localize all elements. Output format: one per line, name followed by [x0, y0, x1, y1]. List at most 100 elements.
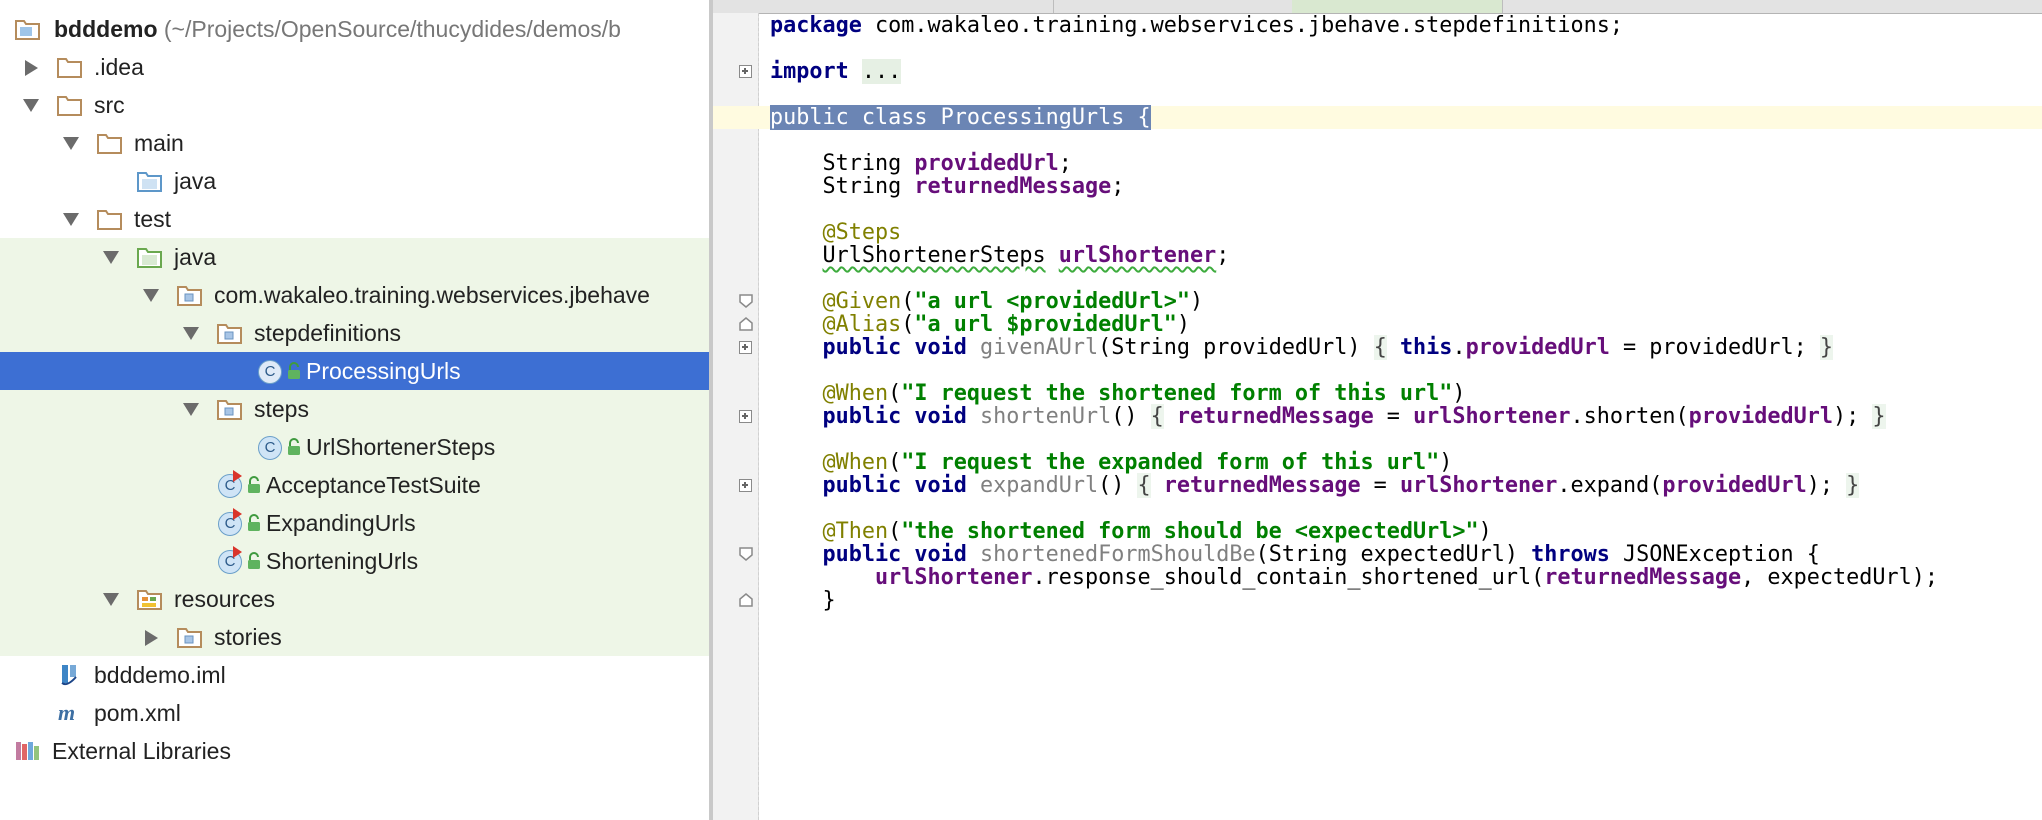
code-line[interactable]: String returnedMessage; — [713, 175, 2042, 198]
code-line[interactable]: public void givenAUrl(String providedUrl… — [713, 335, 2042, 360]
tree-item-idea[interactable]: .idea — [0, 48, 709, 86]
expand-arrow-down-icon[interactable] — [100, 580, 120, 618]
code-line[interactable]: public void shortenedFormShouldBe(String… — [713, 543, 2042, 566]
code-line[interactable] — [713, 129, 2042, 152]
code-token: urlShortener — [1399, 473, 1558, 498]
expand-arrow-down-icon[interactable] — [100, 238, 120, 276]
tree-item-urlshortenersteps[interactable]: C UrlShortenerSteps — [0, 428, 709, 466]
code-text: } — [770, 589, 835, 612]
code-text: import ... — [770, 59, 902, 84]
tree-item-stories[interactable]: stories — [0, 618, 709, 656]
code-token: "I request the shortened form of this ur… — [901, 381, 1453, 406]
tree-item-label: java — [174, 162, 216, 200]
code-token: ... — [861, 59, 902, 84]
source-folder-icon — [136, 168, 164, 194]
tree-item-pom-xml[interactable]: m pom.xml — [0, 694, 709, 732]
code-line[interactable] — [713, 428, 2042, 451]
code-token: ; — [1111, 174, 1125, 199]
code-token: ; — [1216, 243, 1230, 268]
tree-item-bdddemo[interactable]: bdddemo (~/Projects/OpenSource/thucydide… — [0, 10, 709, 48]
code-line[interactable]: @Steps — [713, 221, 2042, 244]
code-line[interactable]: public void expandUrl() { returnedMessag… — [713, 473, 2042, 498]
code-line[interactable]: public class ProcessingUrls { — [713, 105, 2042, 130]
code-line[interactable]: import ... — [713, 59, 2042, 84]
folder-icon — [96, 130, 124, 156]
code-line[interactable]: public void shortenUrl() { returnedMessa… — [713, 404, 2042, 429]
tree-item-test[interactable]: test — [0, 200, 709, 238]
code-text: UrlShortenerSteps urlShortener; — [770, 243, 1230, 268]
code-line[interactable]: package com.wakaleo.training.webservices… — [713, 14, 2042, 37]
code-token: ); — [1806, 473, 1847, 498]
code-token: ( — [888, 450, 902, 475]
code-line[interactable]: @Then("the shortened form should be <exp… — [713, 520, 2042, 543]
tree-item-acceptancetestsuite[interactable]: C AcceptanceTestSuite — [0, 466, 709, 504]
code-line[interactable] — [713, 267, 2042, 290]
code-line[interactable]: urlShortener.response_should_contain_sho… — [713, 566, 2042, 589]
test-run-marker-icon — [233, 546, 242, 558]
tree-item-steps[interactable]: steps — [0, 390, 709, 428]
code-line[interactable] — [713, 83, 2042, 106]
code-token: "the shortened form should be <expectedU… — [901, 519, 1479, 544]
expand-arrow-down-icon[interactable] — [140, 276, 160, 314]
expand-arrow-down-icon[interactable] — [180, 390, 200, 428]
code-token: () — [1111, 404, 1151, 429]
tree-item-resources[interactable]: resources — [0, 580, 709, 618]
code-token: givenAUrl — [979, 335, 1099, 360]
code-line[interactable]: String providedUrl; — [713, 152, 2042, 175]
tree-item-java[interactable]: java — [0, 162, 709, 200]
code-line[interactable]: @When("I request the shortened form of t… — [713, 382, 2042, 405]
tree-item-external-libraries[interactable]: External Libraries — [0, 732, 709, 770]
tree-item-label: ShorteningUrls — [266, 542, 418, 580]
test-source-folder-icon — [136, 244, 164, 270]
item-name: test — [134, 206, 172, 232]
package-icon — [216, 320, 244, 346]
code-line[interactable]: @Alias("a url $providedUrl") — [713, 313, 2042, 336]
tree-item-label: resources — [174, 580, 275, 618]
code-token: public void — [822, 404, 980, 429]
tree-item-label: External Libraries — [52, 732, 231, 770]
expand-arrow-down-icon[interactable] — [180, 314, 200, 352]
tree-item-label: UrlShortenerSteps — [306, 428, 495, 466]
package-icon — [176, 624, 204, 650]
code-token: returnedMessage — [1544, 565, 1742, 590]
code-token: { — [1150, 404, 1164, 429]
editor-tab-strip[interactable] — [713, 0, 2042, 14]
tree-item-processingurls[interactable]: C ProcessingUrls — [0, 352, 709, 390]
code-text: public void expandUrl() { returnedMessag… — [770, 473, 1860, 498]
collapse-arrow-right-icon[interactable] — [140, 618, 160, 656]
tree-item-java[interactable]: java — [0, 238, 709, 276]
code-token: "I request the expanded form of this url… — [901, 450, 1440, 475]
tree-item-main[interactable]: main — [0, 124, 709, 162]
code-token: @When — [770, 381, 889, 406]
code-editor[interactable]: package com.wakaleo.training.webservices… — [713, 0, 2042, 820]
code-line[interactable] — [713, 37, 2042, 60]
tree-item-src[interactable]: src — [0, 86, 709, 124]
project-path: (~/Projects/OpenSource/thucydides/demos/… — [163, 16, 621, 42]
code-line[interactable]: @Given("a url <providedUrl>") — [713, 290, 2042, 313]
tree-item-bdddemo-iml[interactable]: bdddemo.iml — [0, 656, 709, 694]
tree-item-stepdefinitions[interactable]: stepdefinitions — [0, 314, 709, 352]
item-name: AcceptanceTestSuite — [266, 472, 481, 498]
code-token: "a url <providedUrl>" — [914, 289, 1190, 314]
item-name: pom.xml — [94, 700, 181, 726]
code-text: @Alias("a url $providedUrl") — [770, 313, 1189, 336]
code-line[interactable]: @When("I request the expanded form of th… — [713, 451, 2042, 474]
module-icon — [14, 16, 42, 42]
expand-arrow-down-icon[interactable] — [60, 200, 80, 238]
code-line[interactable] — [713, 497, 2042, 520]
tree-item-com-wakaleo-training-webservices-jbehave[interactable]: com.wakaleo.training.webservices.jbehave — [0, 276, 709, 314]
tree-item-shorteningurls[interactable]: C ShorteningUrls — [0, 542, 709, 580]
code-line[interactable] — [713, 359, 2042, 382]
code-line[interactable]: } — [713, 589, 2042, 612]
code-line[interactable]: UrlShortenerSteps urlShortener; — [713, 244, 2042, 267]
code-line[interactable] — [713, 198, 2042, 221]
collapse-arrow-right-icon[interactable] — [20, 48, 40, 86]
tree-item-expandingurls[interactable]: C ExpandingUrls — [0, 504, 709, 542]
item-name: steps — [254, 396, 309, 422]
code-token: @Then — [770, 519, 889, 544]
code-token: expandUrl — [979, 473, 1099, 498]
expand-arrow-down-icon[interactable] — [20, 86, 40, 124]
code-text: @When("I request the expanded form of th… — [770, 451, 1452, 474]
expand-arrow-down-icon[interactable] — [60, 124, 80, 162]
